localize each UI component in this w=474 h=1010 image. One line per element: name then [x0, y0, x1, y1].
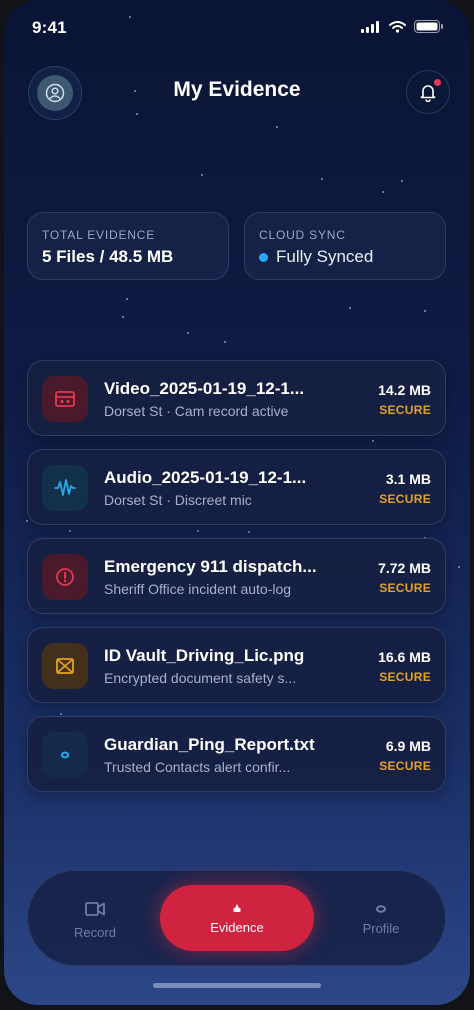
wifi-icon — [389, 20, 406, 33]
file-icon-tile — [42, 732, 88, 778]
notifications-button[interactable] — [406, 70, 450, 114]
file-size: 6.9 MB — [385, 738, 431, 754]
cloud-sync-value: Fully Synced — [276, 247, 374, 266]
battery-icon — [414, 20, 443, 33]
total-evidence-label: TOTAL EVIDENCE — [42, 228, 156, 242]
home-indicator — [153, 983, 321, 988]
cloud-sync-status: Fully Synced — [259, 247, 445, 267]
total-evidence-card: TOTAL EVIDENCE 5 Files / 48.5 MB — [27, 212, 229, 280]
file-description: Trusted Contacts alert confir... — [104, 759, 291, 775]
cellular-signal-icon — [361, 20, 379, 33]
file-description: Dorset St · Cam record active — [104, 403, 289, 419]
file-name: ID Vault_Driving_Lic.png — [104, 646, 305, 665]
file-name: Emergency 911 dispatch... — [104, 557, 317, 576]
file-name: Audio_2025-01-19_12-1... — [104, 468, 307, 487]
file-card-video[interactable]: Video_2025-01-19_12-1... Dorset St · Cam… — [27, 360, 446, 436]
file-status-badge: SECURE — [379, 492, 431, 506]
page-title: My Evidence — [173, 78, 301, 101]
bottom-tab-bar: Record Evidence Profile — [27, 870, 446, 966]
tab-evidence-label: Evidence — [210, 919, 264, 935]
video-camera-icon — [85, 901, 105, 916]
cloud-sync-card: CLOUD SYNC Fully Synced — [244, 212, 446, 280]
sync-status-dot — [259, 252, 268, 262]
status-icons — [361, 20, 444, 33]
profile-icon — [376, 904, 386, 913]
alert-circle-icon — [56, 568, 74, 586]
evidence-icon — [233, 903, 241, 912]
audio-wave-icon — [54, 479, 76, 496]
file-status-badge: SECURE — [379, 759, 431, 773]
file-icon-tile — [42, 643, 88, 689]
file-card-audio[interactable]: Audio_2025-01-19_12-1... Dorset St · Dis… — [27, 449, 446, 525]
file-icon-tile — [42, 465, 88, 511]
status-time: 9:41 — [32, 18, 67, 37]
file-card-emergency[interactable]: Emergency 911 dispatch... Sheriff Office… — [27, 538, 446, 614]
video-cassette-icon — [55, 391, 75, 407]
file-name: Video_2025-01-19_12-1... — [104, 379, 305, 398]
file-description: Sheriff Office incident auto-log — [104, 581, 292, 597]
file-card-id-vault[interactable]: ID Vault_Driving_Lic.png Encrypted docum… — [27, 627, 446, 703]
tab-record[interactable]: Record — [50, 871, 140, 967]
phone-screen: 9:41 My Evidence TOTAL EVIDENCE 5 Files … — [4, 0, 470, 1005]
tab-evidence[interactable]: Evidence — [160, 885, 314, 951]
file-name: Guardian_Ping_Report.txt — [104, 735, 315, 754]
status-bar: 9:41 — [4, 0, 470, 56]
tab-profile[interactable]: Profile — [336, 871, 426, 967]
file-icon-tile — [42, 376, 88, 422]
cloud-sync-label: CLOUD SYNC — [259, 228, 346, 242]
file-size: 16.6 MB — [378, 649, 431, 665]
file-status-badge: SECURE — [379, 403, 431, 417]
file-size: 3.1 MB — [385, 471, 431, 487]
file-card-guardian-ping[interactable]: Guardian_Ping_Report.txt Trusted Contact… — [27, 716, 446, 792]
total-evidence-value: 5 Files / 48.5 MB — [42, 247, 174, 266]
file-status-badge: SECURE — [379, 670, 431, 684]
ping-icon — [60, 751, 70, 759]
id-card-icon — [56, 658, 74, 674]
header: My Evidence — [4, 62, 470, 122]
file-description: Dorset St · Discreet mic — [104, 492, 252, 508]
file-size: 7.72 MB — [378, 560, 431, 576]
file-status-badge: SECURE — [379, 581, 431, 595]
tab-profile-label: Profile — [362, 920, 400, 936]
notification-badge — [434, 79, 441, 86]
file-size: 14.2 MB — [378, 382, 431, 398]
file-description: Encrypted document safety s... — [104, 670, 297, 686]
file-icon-tile — [42, 554, 88, 600]
tab-record-label: Record — [74, 924, 116, 940]
